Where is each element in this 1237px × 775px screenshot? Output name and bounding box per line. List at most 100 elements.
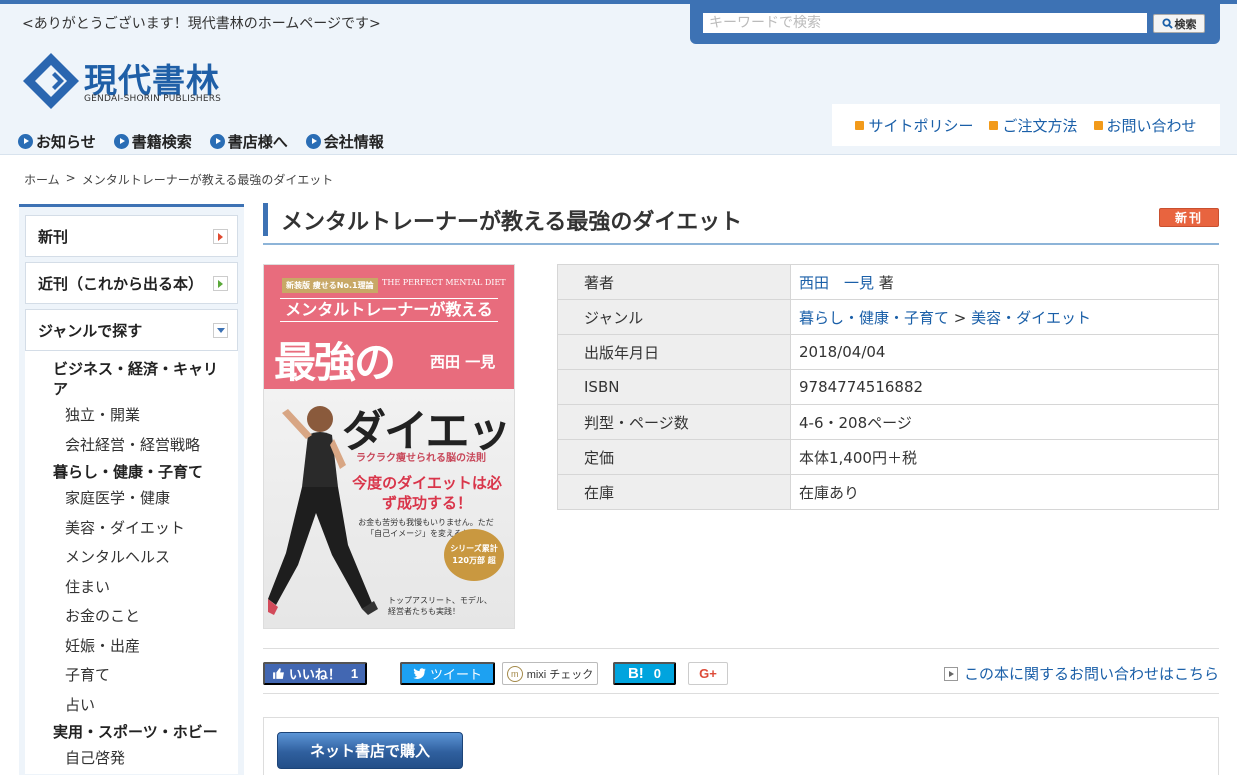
genre-subcategory-link[interactable]: 妊娠・出産 [25, 632, 238, 662]
hatena-label: B! [627, 665, 644, 682]
circle-arrow-icon [209, 134, 225, 149]
info-label: ジャンル [557, 299, 791, 335]
table-row: 出版年月日 2018/04/04 [557, 334, 1219, 370]
info-label: ISBN [557, 369, 791, 405]
genre-category-link[interactable]: ビジネス・経済・キャリア [25, 357, 238, 401]
info-value: 西田 一見 著 [790, 264, 1219, 300]
search-button-label: 検索 [1174, 17, 1197, 31]
util-link-contact[interactable]: お問い合わせ [1093, 115, 1197, 136]
cover-english-title: THE PERFECT MENTAL DIET [382, 278, 506, 287]
genre-subcategory-link[interactable]: 美容・ダイエット [25, 514, 238, 544]
site-header: <ありがとうございます！現代書林のホームページです> 検索 現代書林 GENDA… [0, 0, 1237, 155]
sidebar-tab-label: 近刊（これから出る本） [38, 274, 204, 293]
author-link[interactable]: 西田 一見 [799, 274, 874, 292]
util-link-label: サイトポリシー [868, 116, 974, 135]
title-accent-bar [263, 203, 268, 236]
genre-subcategory-link[interactable]: 独立・開業 [25, 401, 238, 431]
sidebar-tab-label: 新刊 [38, 227, 69, 246]
nav-item-bookstores[interactable]: 書店様へ [209, 131, 288, 152]
book-info-table: 著者 西田 一見 著 ジャンル 暮らし・健康・子育て > 美容・ダイエット 出版… [557, 264, 1219, 510]
logo-english-name: GENDAI-SHORIN PUBLISHERS [84, 94, 222, 104]
nav-item-news[interactable]: お知らせ [18, 131, 96, 152]
share-row: いいね！ 1 ツイート m mixi チェック B! 0 G+ この本に関するお… [263, 648, 1219, 694]
table-row: 著者 西田 一見 著 [557, 264, 1219, 300]
buy-online-button[interactable]: ネット書店で購入 [277, 732, 463, 769]
genre-category-link[interactable]: 暮らし・健康・子育て [25, 460, 238, 484]
sidebar-tab-upcoming[interactable]: 近刊（これから出る本） [25, 262, 238, 304]
genre-subcategory-link[interactable]: 自己啓発 [25, 744, 238, 774]
sidebar-tab-genre[interactable]: ジャンルで探す [25, 309, 238, 351]
arrow-right-icon [213, 229, 228, 244]
info-value: 在庫あり [790, 474, 1219, 510]
new-badge: 新刊 [1159, 208, 1219, 227]
info-value: 暮らし・健康・子育て > 美容・ダイエット [790, 299, 1219, 335]
genre-subcategory-link[interactable]: 家庭医学・健康 [25, 484, 238, 514]
hatena-bookmark-button[interactable]: B! 0 [613, 662, 676, 685]
nav-label: 書店様へ [227, 133, 288, 151]
genre-subcategory-link[interactable]: 子育て [25, 661, 238, 691]
twitter-tweet-button[interactable]: ツイート [400, 662, 495, 685]
info-value: 2018/04/04 [790, 334, 1219, 370]
mixi-check-label: mixi チェック [526, 668, 594, 681]
table-row: 在庫 在庫あり [557, 474, 1219, 510]
nav-label: 書籍検索 [131, 133, 192, 151]
breadcrumb: ホーム > メンタルトレーナーが教える最強のダイエット [24, 171, 333, 188]
breadcrumb-home[interactable]: ホーム [24, 171, 60, 188]
info-label: 出版年月日 [557, 334, 791, 370]
sidebar: 新刊 近刊（これから出る本） ジャンルで探す ビジネス・経済・キャリア 独立・開業… [19, 204, 244, 775]
cover-catchphrase: ラクラク痩せられる脳の法則 [356, 453, 486, 464]
genre-subcategory-link[interactable]: 住まい [25, 573, 238, 603]
global-nav: お知らせ 書籍検索 書店様へ 会社情報 [18, 131, 384, 152]
genre-subcategory-link[interactable]: 占い [25, 691, 238, 721]
site-tagline: <ありがとうございます！現代書林のホームページです> [22, 16, 381, 32]
info-label: 在庫 [557, 474, 791, 510]
twitter-bird-icon [413, 668, 426, 679]
chevron-down-icon [213, 323, 228, 338]
mixi-check-button[interactable]: m mixi チェック [502, 662, 598, 685]
magnifier-icon [1161, 18, 1173, 29]
circle-arrow-icon [113, 134, 129, 149]
genre-subcategory-link[interactable]: お金のこと [25, 602, 238, 632]
nav-item-company[interactable]: 会社情報 [305, 131, 384, 152]
cover-lead: 今度のダイエットは必ず成功する！ [352, 474, 502, 512]
bullet-icon [855, 120, 865, 130]
thumbs-up-icon [272, 668, 284, 679]
genre-subcategory-link[interactable]: 会社経営・経営戦略 [25, 431, 238, 461]
cover-tag: 新装版 痩せるNo.1理論 [282, 278, 378, 293]
genre-sub-link[interactable]: 美容・ダイエット [971, 309, 1091, 327]
genre-subcategory-link[interactable]: メンタルヘルス [25, 543, 238, 573]
util-link-site-policy[interactable]: サイトポリシー [855, 115, 973, 136]
arrow-box-icon [943, 666, 958, 681]
nav-item-book-search[interactable]: 書籍検索 [113, 131, 192, 152]
facebook-like-button[interactable]: いいね！ 1 [263, 662, 367, 685]
sidebar-tab-new[interactable]: 新刊 [25, 215, 238, 257]
book-inquiry-link[interactable]: この本に関するお問い合わせはこちら [943, 663, 1219, 684]
google-plus-button[interactable]: G+ [688, 662, 728, 685]
nav-label: 会社情報 [323, 133, 384, 151]
genre-category-link[interactable]: 実用・スポーツ・ホビー [25, 720, 238, 744]
logo-mark-icon [23, 53, 79, 109]
cover-author: 西田 一見 [430, 353, 496, 371]
util-link-order[interactable]: ご注文方法 [989, 115, 1078, 136]
site-logo[interactable]: 現代書林 GENDAI-SHORIN PUBLISHERS [22, 52, 232, 112]
page-title: メンタルトレーナーが教える最強のダイエット [281, 210, 743, 235]
mixi-logo-icon: m [506, 665, 523, 682]
circle-arrow-icon [18, 134, 33, 149]
genre-main-link[interactable]: 暮らし・健康・子育て [799, 309, 949, 327]
utility-links: サイトポリシー ご注文方法 お問い合わせ [832, 104, 1220, 146]
search-button[interactable]: 検索 [1153, 14, 1205, 33]
search-input[interactable] [703, 13, 1147, 33]
table-row: ISBN 9784774516882 [557, 369, 1219, 405]
util-link-label: ご注文方法 [1002, 116, 1078, 135]
buy-box: ネット書店で購入 [263, 717, 1219, 775]
cover-subtitle: メンタルトレーナーが教える [280, 298, 498, 322]
book-cover-image: 新装版 痩せるNo.1理論 THE PERFECT MENTAL DIET メン… [263, 264, 515, 629]
info-value: 4-6・208ページ [790, 404, 1219, 440]
info-label: 判型・ページ数 [557, 404, 791, 440]
breadcrumb-separator: > [65, 171, 76, 185]
info-label: 著者 [557, 264, 791, 300]
hatena-count: 0 [653, 666, 662, 681]
table-row: ジャンル 暮らし・健康・子育て > 美容・ダイエット [557, 299, 1219, 335]
nav-label: お知らせ [36, 133, 96, 151]
util-link-label: お問い合わせ [1106, 116, 1197, 135]
